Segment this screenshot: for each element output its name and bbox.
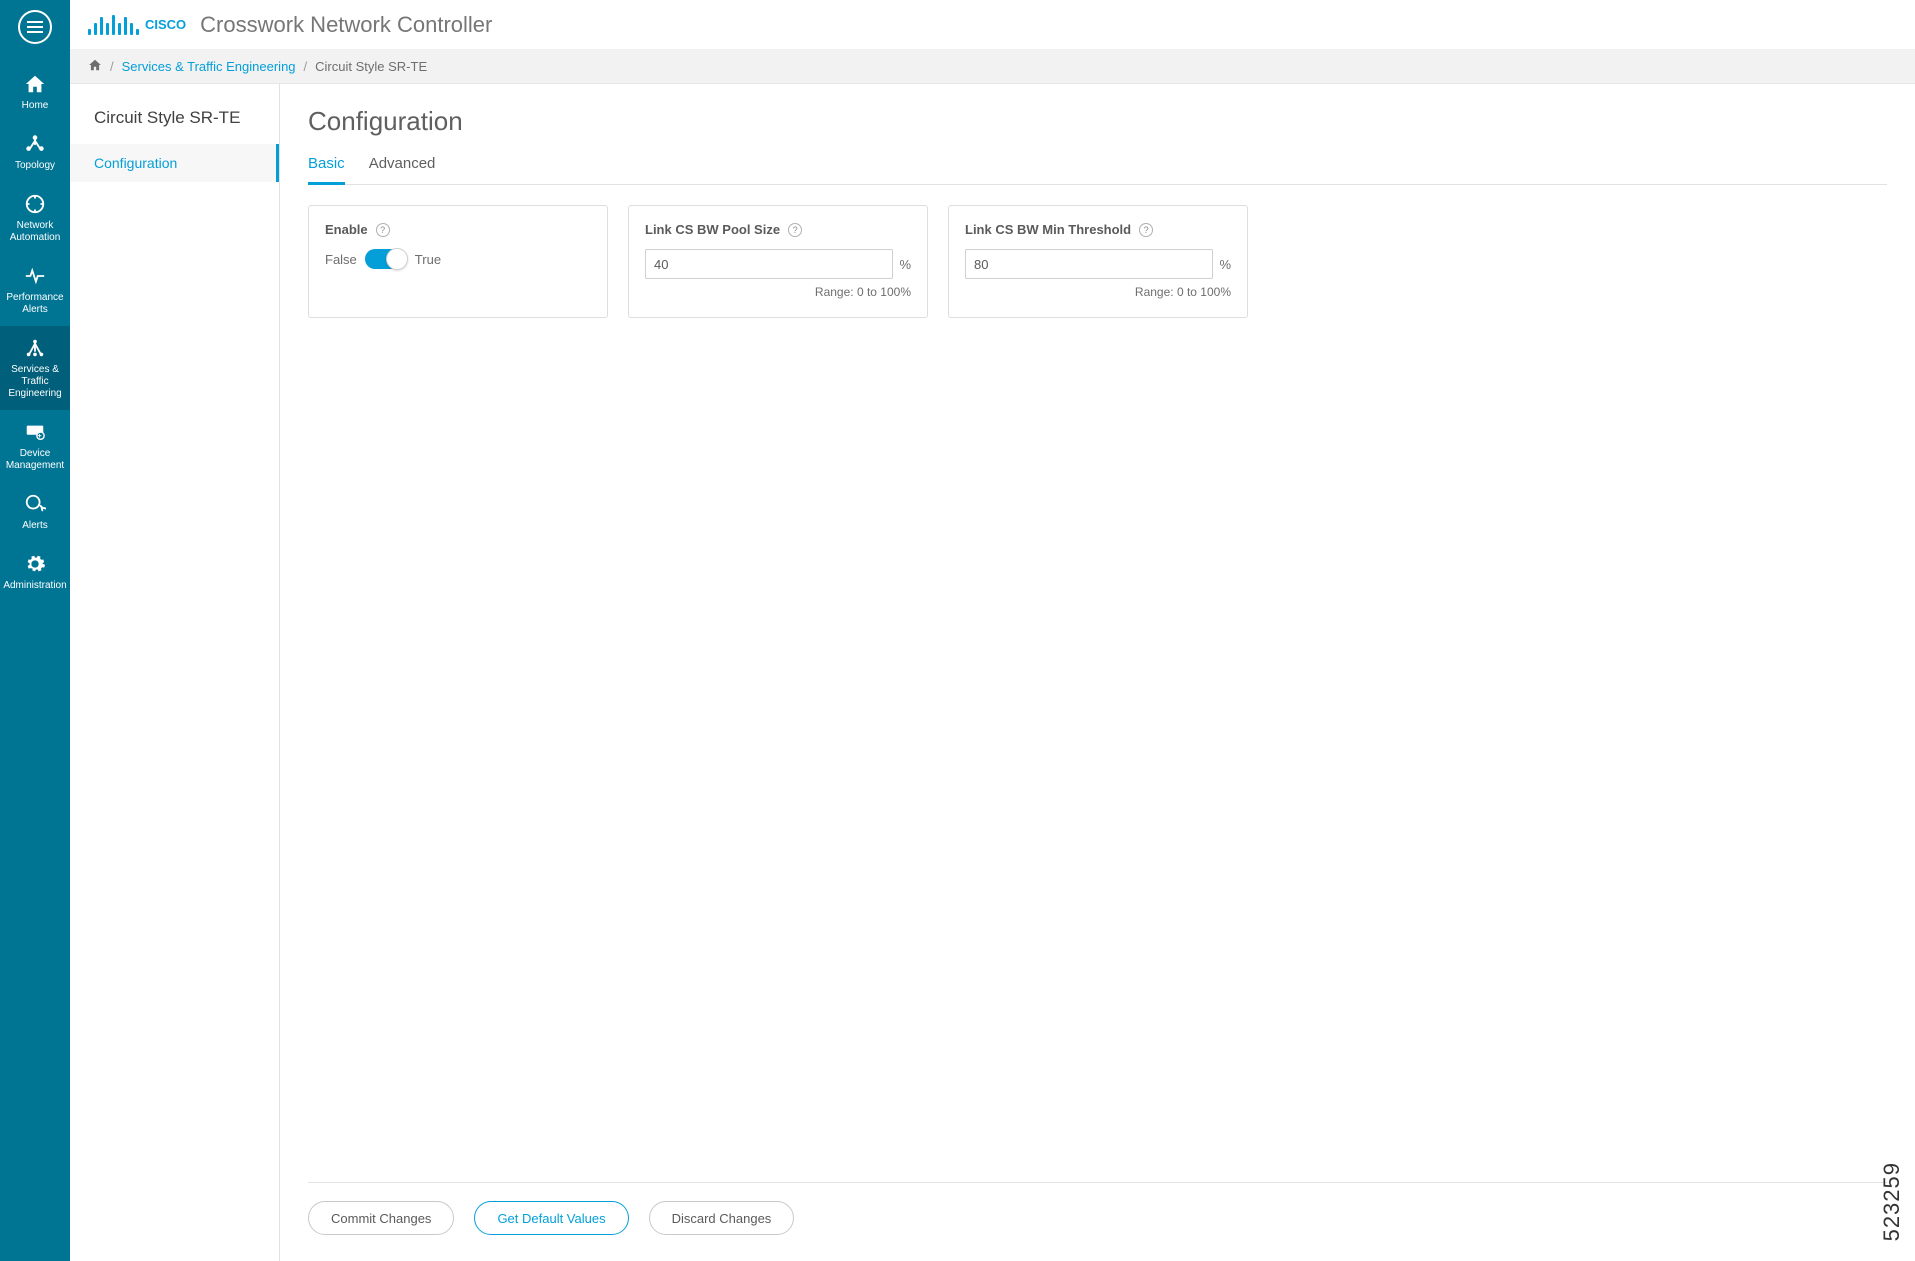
sidebar-item-label: Performance Alerts [2,292,68,316]
automation-icon [23,192,47,216]
sidebar-item-label: Administration [3,580,66,592]
alerts-icon [23,492,47,516]
sidebar-item-label: Network Automation [2,220,68,244]
sidebar-item-label: Services & Traffic Engineering [2,364,68,400]
toggle-knob [386,248,408,270]
help-icon[interactable]: ? [788,223,802,237]
breadcrumb-link[interactable]: Services & Traffic Engineering [122,59,296,74]
commit-changes-button[interactable]: Commit Changes [308,1201,454,1235]
sidebar-item-label: Alerts [22,520,48,532]
range-hint: Range: 0 to 100% [645,285,911,299]
left-panel-item-label: Configuration [94,155,177,171]
card-enable: Enable ? False True [308,205,608,318]
left-panel: Circuit Style SR-TE Configuration [70,84,280,1261]
main-area: CISCO Crosswork Network Controller / Ser… [70,0,1915,1261]
sidebar-item-device-management[interactable]: Device Management [0,410,70,482]
product-name: Crosswork Network Controller [200,12,492,38]
sidebar-item-performance-alerts[interactable]: Performance Alerts [0,254,70,326]
home-icon[interactable] [88,58,102,75]
topology-icon [23,132,47,156]
home-icon [23,72,47,96]
card-pool-size: Link CS BW Pool Size ? % Range: 0 to 100… [628,205,928,318]
tab-label: Advanced [369,155,436,172]
tab-advanced[interactable]: Advanced [369,155,436,184]
toggle-true-label: True [415,252,441,267]
breadcrumb: / Services & Traffic Engineering / Circu… [70,50,1915,84]
get-default-values-button[interactable]: Get Default Values [474,1201,628,1235]
cisco-logo: CISCO [88,15,186,35]
tabs: Basic Advanced [308,155,1887,185]
pulse-icon [23,264,47,288]
breadcrumb-separator: / [110,59,114,74]
discard-changes-button[interactable]: Discard Changes [649,1201,795,1235]
card-label: Enable [325,222,368,237]
breadcrumb-current: Circuit Style SR-TE [315,59,427,74]
page-title: Configuration [308,106,1887,137]
pool-size-input[interactable] [645,249,893,279]
sidebar-item-network-automation[interactable]: Network Automation [0,182,70,254]
sidebar-item-label: Device Management [2,448,68,472]
tab-label: Basic [308,155,345,172]
gear-icon [23,552,47,576]
unit-label: % [1219,257,1231,272]
sidebar-item-administration[interactable]: Administration [0,542,70,602]
sidebar: Home Topology Network Automation Perform… [0,0,70,1261]
brand-name: CISCO [145,17,186,32]
sidebar-item-label: Topology [15,160,55,172]
enable-toggle[interactable] [365,249,407,269]
help-icon[interactable]: ? [376,223,390,237]
footer-bar: Commit Changes Get Default Values Discar… [308,1182,1887,1261]
watermark: 523259 [1879,1162,1905,1241]
sidebar-item-services-traffic-engineering[interactable]: Services & Traffic Engineering [0,326,70,410]
content-row: Circuit Style SR-TE Configuration Config… [70,84,1915,1261]
breadcrumb-separator: / [304,59,308,74]
card-label: Link CS BW Pool Size [645,222,780,237]
right-panel: Configuration Basic Advanced Enable ? Fa… [280,84,1915,1261]
min-threshold-input[interactable] [965,249,1213,279]
device-icon [23,420,47,444]
top-header: CISCO Crosswork Network Controller [70,0,1915,50]
hamburger-icon [27,21,43,33]
toggle-false-label: False [325,252,357,267]
left-panel-title: Circuit Style SR-TE [70,108,279,144]
card-min-threshold: Link CS BW Min Threshold ? % Range: 0 to… [948,205,1248,318]
unit-label: % [899,257,911,272]
tab-basic[interactable]: Basic [308,155,345,185]
help-icon[interactable]: ? [1139,223,1153,237]
menu-toggle-button[interactable] [18,10,52,44]
cards-row: Enable ? False True Link CS BW Pool Siz [308,205,1887,318]
sidebar-item-label: Home [22,100,49,112]
services-icon [23,336,47,360]
sidebar-item-topology[interactable]: Topology [0,122,70,182]
cisco-bars-icon [88,15,139,35]
range-hint: Range: 0 to 100% [965,285,1231,299]
left-panel-item-configuration[interactable]: Configuration [70,144,279,182]
sidebar-item-alerts[interactable]: Alerts [0,482,70,542]
card-label: Link CS BW Min Threshold [965,222,1131,237]
sidebar-item-home[interactable]: Home [0,62,70,122]
